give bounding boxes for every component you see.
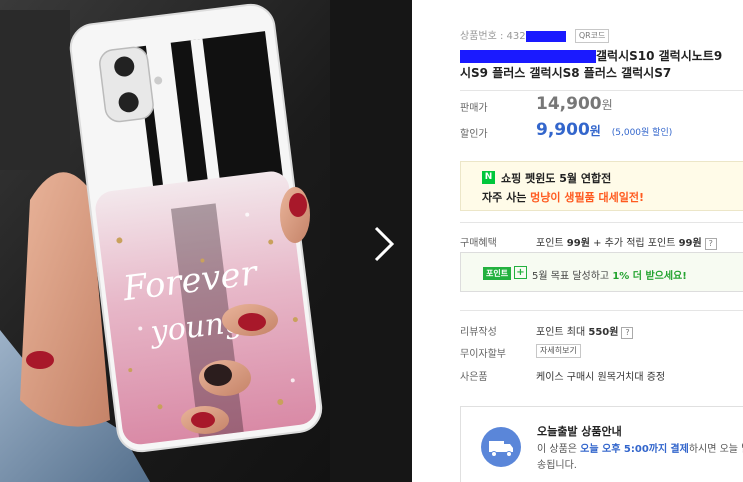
naver-n-icon: N (482, 171, 495, 184)
point-promo-highlight: 1% 더 받으세요! (612, 271, 687, 282)
shipping-desc-prefix: 이 상품은 (537, 444, 581, 455)
promo-line2-prefix: 자주 사는 (482, 191, 531, 204)
list-price-value: 14,900 (536, 94, 602, 114)
product-info-panel: 상품번호 : 432 QR코드 갤럭시S10 갤럭시노트9 시S9 플러스 갤럭… (412, 0, 743, 482)
product-title-line1: 갤럭시S10 갤럭시노트9 (596, 49, 723, 63)
won-unit: 원 (589, 124, 601, 138)
product-title: 갤럭시S10 갤럭시노트9 시S9 플러스 갤럭시S8 플러스 갤럭시S7 (460, 48, 722, 82)
benefit-text: 포인트 (536, 238, 567, 249)
promo-line1: 쇼핑 펫윈도 5월 연합전 (501, 172, 612, 185)
next-image-chevron-icon[interactable] (366, 224, 400, 264)
review-amount: 550원 (588, 327, 619, 338)
promo-banner[interactable]: N 쇼핑 펫윈도 5월 연합전 자주 사는 멍냥이 생필품 대세일전! (460, 161, 743, 211)
details-button[interactable]: 자세히보기 (536, 344, 581, 358)
benefit-text: + 추가 적립 포인트 (589, 238, 679, 249)
sale-price-value: 9,900 (536, 120, 590, 140)
product-id-row: 상품번호 : 432 QR코드 (460, 27, 610, 43)
truck-icon (481, 427, 521, 467)
redacted-block (525, 30, 566, 42)
list-price: 14,900원 (536, 94, 613, 114)
help-question-icon[interactable]: ? (704, 238, 717, 250)
shipping-deadline: 오늘 오후 5:00까지 (580, 444, 668, 455)
help-question-icon[interactable]: ? (621, 327, 634, 339)
benefit-extra-points: 99원 (678, 238, 702, 249)
purchase-benefit-label: 구매혜택 (460, 238, 497, 249)
installment-value: 자세히보기 (536, 344, 581, 358)
review-value: 포인트 최대 550원? (536, 323, 634, 339)
promo-line2-highlight: 멍냥이 생필품 대세일전! (530, 191, 645, 204)
sale-price-label: 할인가 (460, 129, 488, 140)
product-title-line2: 시S9 플러스 갤럭시S8 플러스 갤럭시S7 (460, 66, 672, 80)
point-promo-text: 5월 목표 달성하고 1% 더 받으세요! (532, 267, 687, 282)
product-photo-art: Forever young (0, 0, 412, 482)
discount-note: (5,000원 할인) (611, 128, 673, 138)
point-promo-box[interactable]: 포인트 + 5월 목표 달성하고 1% 더 받으세요! (460, 252, 743, 292)
gift-label: 사은품 (460, 372, 488, 383)
purchase-benefit-value: 포인트 99원 + 추가 적립 포인트 99원? (536, 234, 717, 250)
shipping-description: 이 상품은 오늘 오후 5:00까지 결제하시면 오늘 발송됩니다. (537, 442, 743, 474)
product-id-label: 상품번호 : 432 (460, 31, 526, 42)
shipping-payment: 결제 (670, 444, 689, 455)
review-text: 포인트 최대 (536, 327, 589, 338)
won-unit: 원 (601, 98, 613, 112)
point-promo-prefix: 5월 목표 달성하고 (532, 271, 613, 282)
benefit-points: 99원 (566, 238, 590, 249)
redacted-block (460, 50, 596, 63)
divider (460, 222, 743, 223)
sale-price: 9,900원 (5,000원 할인) (536, 120, 672, 140)
point-tag: 포인트 (483, 267, 512, 280)
list-price-label: 판매가 (460, 103, 488, 114)
gift-value: 케이스 구매시 원목거치대 증정 (536, 372, 666, 383)
review-label: 리뷰작성 (460, 327, 497, 338)
divider (460, 90, 743, 91)
shipping-notice: 오늘출발 상품안내 이 상품은 오늘 오후 5:00까지 결제하시면 오늘 발송… (460, 406, 743, 482)
plus-icon: + (514, 266, 527, 279)
installment-label: 무이자할부 (460, 349, 506, 360)
qr-code-button[interactable]: QR코드 (574, 29, 610, 43)
divider (460, 310, 743, 311)
product-image[interactable]: Forever young (0, 0, 412, 482)
shipping-title: 오늘출발 상품안내 (537, 425, 622, 438)
promo-line2: 자주 사는 멍냥이 생필품 대세일전! (482, 189, 644, 205)
